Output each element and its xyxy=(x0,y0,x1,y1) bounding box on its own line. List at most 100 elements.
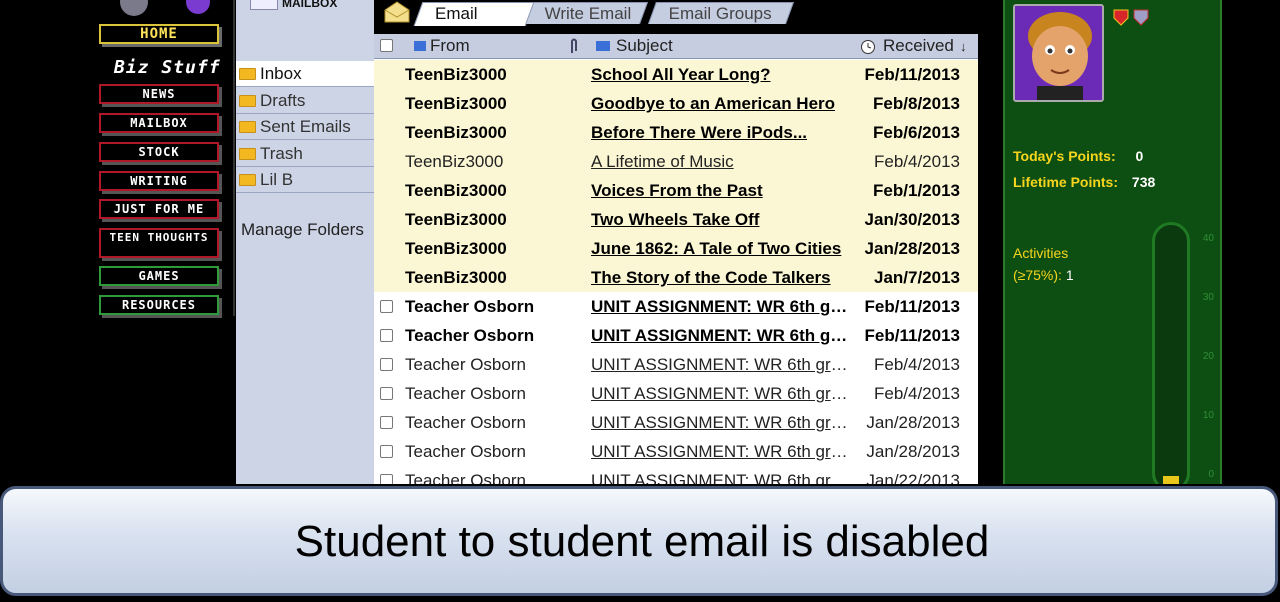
email-row[interactable]: TeenBiz3000 Goodbye to an American Hero Fe… xyxy=(374,89,978,118)
email-row[interactable]: TeenBiz3000 A Lifetime of Music Feb/4/2013 xyxy=(374,147,978,176)
folder-lil-b[interactable]: Lil B xyxy=(236,167,374,193)
email-date: Jan/28/2013 xyxy=(866,442,960,461)
nav-stock-button[interactable]: STOCK xyxy=(99,142,219,162)
caption-banner: Student to student email is disabled xyxy=(0,484,1280,602)
row-checkbox[interactable] xyxy=(380,474,393,484)
email-row[interactable]: TeenBiz3000 June 1862: A Tale of Two Citi… xyxy=(374,234,978,263)
clock-icon xyxy=(861,40,875,54)
email-row[interactable]: TeenBiz3000 Before There Were iPods... Feb… xyxy=(374,118,978,147)
nav-resources-button[interactable]: RESOURCES xyxy=(99,295,219,315)
folder-label: Lil B xyxy=(260,170,294,189)
email-subject-link[interactable]: Two Wheels Take Off xyxy=(591,205,853,234)
envelope-icon xyxy=(384,1,410,23)
avatar[interactable] xyxy=(1013,4,1104,102)
folder-sent[interactable]: Sent Emails xyxy=(236,114,374,140)
nav-writing-button[interactable]: WRITING xyxy=(99,171,219,191)
email-date: Feb/11/2013 xyxy=(864,326,960,345)
email-subject-link[interactable]: UNIT ASSIGNMENT: WR 6th grade xyxy=(591,350,853,379)
row-checkbox[interactable] xyxy=(380,358,393,371)
sort-desc-icon[interactable]: ↓ xyxy=(960,39,967,54)
email-from: TeenBiz3000 xyxy=(405,152,504,171)
email-row[interactable]: Teacher Osborn UNIT ASSIGNMENT: WR 6th gr… xyxy=(374,466,978,484)
column-subject[interactable]: Subject xyxy=(616,36,673,56)
email-subject-link[interactable]: Before There Were iPods... xyxy=(591,118,853,147)
folder-inbox[interactable]: Inbox xyxy=(236,61,374,87)
email-subject-link[interactable]: UNIT ASSIGNMENT: WR 6th grade xyxy=(591,408,853,437)
email-from: TeenBiz3000 xyxy=(405,239,507,258)
email-date: Jan/30/2013 xyxy=(864,210,960,229)
email-date: Feb/1/2013 xyxy=(873,181,960,200)
activities-threshold: (≥75%): xyxy=(1013,267,1062,283)
email-row[interactable]: Teacher Osborn UNIT ASSIGNMENT: WR 6th gr… xyxy=(374,379,978,408)
email-row[interactable]: TeenBiz3000 Voices From the Past Feb/1/201… xyxy=(374,176,978,205)
scale-tick: 40 xyxy=(1202,233,1214,244)
email-date: Jan/28/2013 xyxy=(864,239,960,258)
email-row[interactable]: TeenBiz3000 Two Wheels Take Off Jan/30/201… xyxy=(374,205,978,234)
email-from: Teacher Osborn xyxy=(405,297,535,316)
folder-label: Sent Emails xyxy=(260,117,351,136)
email-subject-link[interactable]: UNIT ASSIGNMENT: WR 6th grade xyxy=(591,437,853,466)
todays-points-label: Today's Points: xyxy=(1013,148,1116,164)
email-subject-link[interactable]: UNIT ASSIGNMENT: WR 6th grade xyxy=(591,379,853,408)
tab-email[interactable]: Email xyxy=(413,2,535,26)
caption-text: Student to student email is disabled xyxy=(294,517,990,566)
email-subject-link[interactable]: Voices From the Past xyxy=(591,176,853,205)
scale-tick: 30 xyxy=(1202,292,1214,303)
email-subject-link[interactable]: School All Year Long? xyxy=(591,60,853,89)
mail-tabs: Email Write Email Email Groups xyxy=(374,0,978,26)
nav-teen-thoughts-button[interactable]: TEEN THOUGHTS xyxy=(99,228,219,258)
email-date: Jan/28/2013 xyxy=(866,413,960,432)
email-from: Teacher Osborn xyxy=(405,326,535,345)
tab-email-groups[interactable]: Email Groups xyxy=(647,2,795,24)
email-date: Jan/22/2013 xyxy=(866,471,960,484)
sender-icon xyxy=(414,41,426,51)
manage-folders-link[interactable]: Manage Folders xyxy=(241,220,364,240)
email-row[interactable]: Teacher Osborn UNIT ASSIGNMENT: WR 6th gr… xyxy=(374,437,978,466)
row-checkbox[interactable] xyxy=(380,300,393,313)
folder-drafts[interactable]: Drafts xyxy=(236,88,374,114)
row-checkbox[interactable] xyxy=(380,445,393,458)
email-row[interactable]: Teacher Osborn UNIT ASSIGNMENT: WR 6th gr… xyxy=(374,408,978,437)
tab-label: Write Email xyxy=(544,4,632,23)
email-subject-link[interactable]: UNIT ASSIGNMENT: WR 6th grade xyxy=(591,321,853,350)
column-received[interactable]: Received xyxy=(883,36,954,56)
email-subject-link[interactable]: The Story of the Code Talkers xyxy=(591,263,853,292)
email-row[interactable]: TeenBiz3000 The Story of the Code Talkers… xyxy=(374,263,978,292)
row-checkbox[interactable] xyxy=(380,329,393,342)
email-row[interactable]: Teacher Osborn UNIT ASSIGNMENT: WR 6th gr… xyxy=(374,350,978,379)
email-subject-link[interactable]: A Lifetime of Music xyxy=(591,147,853,176)
tab-write-email[interactable]: Write Email xyxy=(523,2,649,24)
email-row[interactable]: Teacher Osborn UNIT ASSIGNMENT: WR 6th gr… xyxy=(374,292,978,321)
row-checkbox[interactable] xyxy=(380,387,393,400)
email-list-header: From Subject Received ↓ xyxy=(374,34,978,59)
tab-label: Email Groups xyxy=(668,4,772,23)
email-row[interactable]: Teacher Osborn UNIT ASSIGNMENT: WR 6th gr… xyxy=(374,321,978,350)
email-subject-link[interactable]: June 1862: A Tale of Two Cities xyxy=(591,234,853,263)
nav-games-button[interactable]: GAMES xyxy=(99,266,219,286)
select-all-checkbox[interactable] xyxy=(380,39,393,52)
biz-stuff-heading: Biz Stuff xyxy=(114,57,221,78)
folder-label: Inbox xyxy=(260,64,302,83)
email-subject-link[interactable]: UNIT ASSIGNMENT: WR 6th grade xyxy=(591,466,853,484)
activities: Activities (≥75%): 1 xyxy=(1013,242,1074,286)
scale-tick: 0 xyxy=(1208,469,1214,480)
email-subject-link[interactable]: Goodbye to an American Hero xyxy=(591,89,853,118)
activities-label: Activities xyxy=(1013,245,1069,261)
attachment-icon xyxy=(571,38,577,53)
folder-trash[interactable]: Trash xyxy=(236,141,374,167)
nav-news-button[interactable]: NEWS xyxy=(99,84,219,104)
email-row[interactable]: TeenBiz3000 School All Year Long? Feb/11/2… xyxy=(374,60,978,89)
nav-mailbox-button[interactable]: MAILBOX xyxy=(99,113,219,133)
column-from[interactable]: From xyxy=(430,36,470,56)
achievement-badges-icon xyxy=(1113,9,1149,26)
activities-value: 1 xyxy=(1065,267,1074,283)
nav-home-button[interactable]: Home xyxy=(99,24,219,44)
folder-icon xyxy=(239,148,256,160)
nav-just-for-me-button[interactable]: JUST FOR ME xyxy=(99,199,219,219)
points-panel: Today's Points: 0 Lifetime Points: 738 A… xyxy=(1003,0,1222,492)
email-from: Teacher Osborn xyxy=(405,355,526,374)
folder-label: Drafts xyxy=(260,91,306,110)
email-subject-link[interactable]: UNIT ASSIGNMENT: WR 6th grade xyxy=(591,292,853,321)
email-from: Teacher Osborn xyxy=(405,384,526,403)
row-checkbox[interactable] xyxy=(380,416,393,429)
